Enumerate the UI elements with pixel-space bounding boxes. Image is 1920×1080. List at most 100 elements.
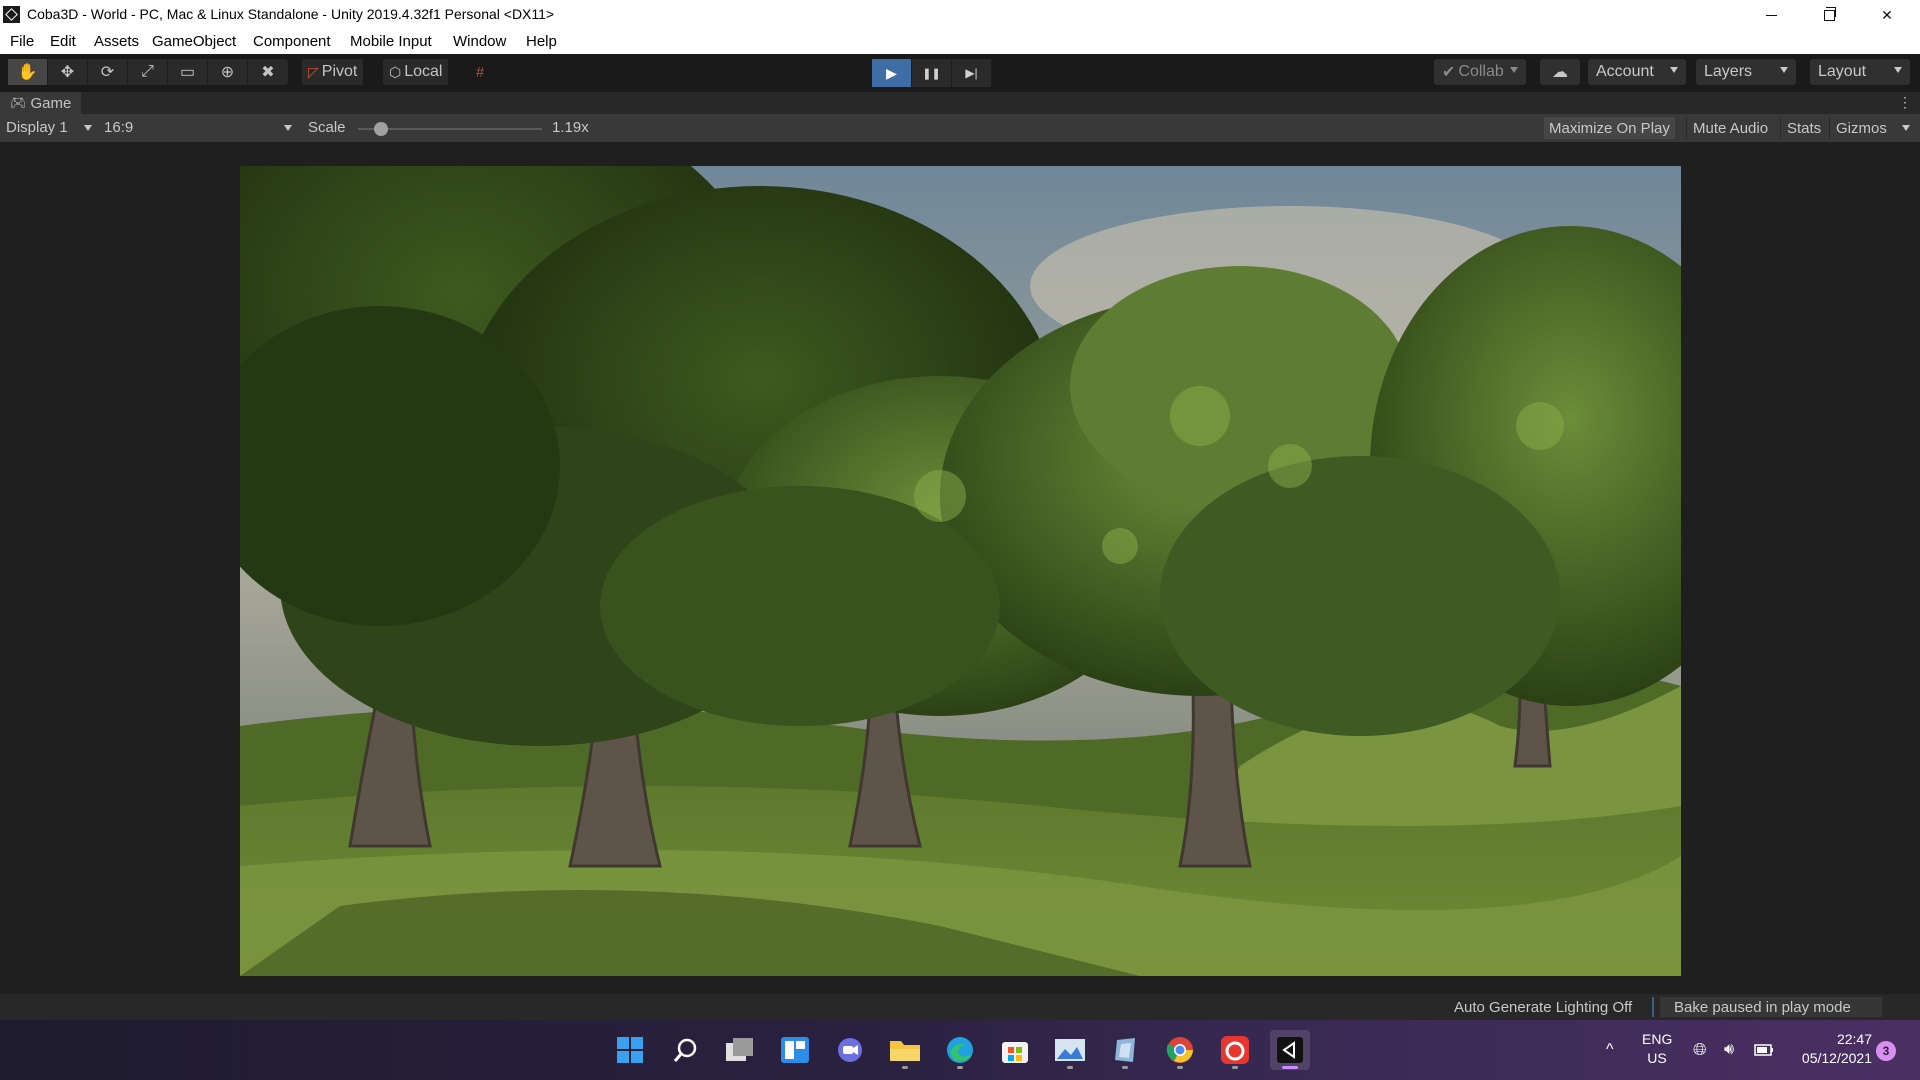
title-bar: Coba3D - World - PC, Mac & Linux Standal… <box>0 0 1920 30</box>
volume-icon[interactable]: 🔊︎ <box>1724 1020 1734 1080</box>
pause-button[interactable]: ❚❚ <box>912 59 952 87</box>
game-render[interactable] <box>240 166 1681 976</box>
scale-value: 1.19x <box>552 119 589 136</box>
status-bar: Auto Generate Lighting Off Bake paused i… <box>0 994 1920 1020</box>
search-button[interactable] <box>666 1030 706 1070</box>
tray-chevron-up-icon[interactable]: ^ <box>1606 1020 1614 1080</box>
running-indicator <box>1067 1066 1073 1069</box>
transform-tool-button[interactable]: ⊕ <box>208 59 248 85</box>
grid-snap-button[interactable]: # <box>466 59 494 85</box>
gizmos-toggle[interactable]: Gizmos <box>1831 117 1892 139</box>
search-icon <box>673 1038 697 1062</box>
chrome-icon <box>1166 1037 1193 1063</box>
task-view-button[interactable] <box>720 1030 760 1070</box>
tab-menu-button[interactable]: ⋮ <box>1898 94 1912 111</box>
app-button[interactable] <box>1105 1030 1145 1070</box>
menu-help[interactable]: Help <box>526 33 557 50</box>
file-explorer-icon <box>890 1041 920 1061</box>
grid-icon: # <box>475 63 485 81</box>
menu-mobile-input[interactable]: Mobile Input <box>350 33 432 50</box>
file-explorer-button[interactable] <box>885 1030 925 1070</box>
menu-window[interactable]: Window <box>453 33 506 50</box>
move-tool-button[interactable]: ✥ <box>48 59 88 85</box>
language-indicator[interactable]: ENG US <box>1642 1030 1672 1068</box>
account-dropdown[interactable]: Account <box>1588 59 1686 85</box>
divider <box>1686 117 1687 139</box>
pivot-icon: ◸ <box>308 63 319 80</box>
account-label: Account <box>1596 63 1654 80</box>
widgets-icon <box>781 1037 809 1063</box>
network-icon[interactable]: 🌐︎ <box>1693 1020 1707 1080</box>
chevron-down-icon <box>84 125 92 131</box>
widgets-button[interactable] <box>775 1030 815 1070</box>
cloud-button[interactable]: ☁ <box>1540 59 1580 85</box>
custom-tool-button[interactable]: ✖ <box>248 59 288 85</box>
rotate-tool-button[interactable]: ⟳ <box>88 59 128 85</box>
notification-badge[interactable]: 3 <box>1876 1041 1896 1061</box>
tab-game[interactable]: 🎮︎ Game <box>0 92 82 114</box>
minimize-icon <box>1765 14 1777 16</box>
app-red-button[interactable] <box>1215 1030 1255 1070</box>
local-toggle[interactable]: ⬡ Local <box>383 59 449 85</box>
collab-label: Collab <box>1458 63 1504 80</box>
maximize-on-play-toggle[interactable]: Maximize On Play <box>1544 117 1675 139</box>
local-label: Local <box>404 63 443 80</box>
running-indicator <box>902 1066 908 1069</box>
collab-dropdown[interactable]: ✔ Collab <box>1434 59 1526 85</box>
close-button[interactable]: ✕ <box>1858 0 1916 30</box>
collab-check-icon: ✔ <box>1442 64 1456 81</box>
edge-button[interactable] <box>940 1030 980 1070</box>
divider <box>1780 117 1781 139</box>
battery-icon[interactable] <box>1754 1020 1774 1080</box>
mute-audio-toggle[interactable]: Mute Audio <box>1688 117 1773 139</box>
unity-logo-icon <box>3 6 20 23</box>
close-icon: ✕ <box>1881 6 1893 23</box>
menu-assets[interactable]: Assets <box>94 33 139 50</box>
stats-toggle[interactable]: Stats <box>1782 117 1826 139</box>
chevron-down-icon <box>1894 67 1902 73</box>
toolbar: ✋ ✥ ⟳ ⤢ ▭ ⊕ ✖ ◸ Pivot ⬡ Local # ▶ ❚❚ ▶| … <box>0 54 1920 92</box>
layout-label: Layout <box>1818 63 1867 80</box>
cloud-icon: ☁ <box>1552 64 1568 81</box>
lighting-status[interactable]: Auto Generate Lighting Off <box>1454 999 1632 1016</box>
hand-icon: ✋ <box>17 64 38 81</box>
chat-button[interactable] <box>830 1030 870 1070</box>
photos-button[interactable] <box>1050 1030 1090 1070</box>
menu-component[interactable]: Component <box>253 33 331 50</box>
scale-slider-handle[interactable] <box>374 122 388 136</box>
display-dropdown[interactable]: Display 1 <box>6 119 68 136</box>
store-button[interactable] <box>995 1030 1035 1070</box>
layers-dropdown[interactable]: Layers <box>1696 59 1796 85</box>
windows-start-icon <box>617 1037 643 1063</box>
restore-icon <box>1823 6 1836 21</box>
system-clock[interactable]: 22:47 05/12/2021 <box>1790 1030 1872 1068</box>
chrome-button[interactable] <box>1160 1030 1200 1070</box>
game-viewport[interactable] <box>0 142 1920 994</box>
running-indicator <box>1177 1066 1183 1069</box>
menu-edit[interactable]: Edit <box>50 33 76 50</box>
window-title: Coba3D - World - PC, Mac & Linux Standal… <box>27 6 555 22</box>
aspect-dropdown[interactable]: 16:9 <box>100 116 296 138</box>
rect-tool-button[interactable]: ▭ <box>168 59 208 85</box>
move-icon: ✥ <box>60 64 75 81</box>
chevron-down-icon <box>1510 67 1518 73</box>
menu-gameobject[interactable]: GameObject <box>152 33 236 50</box>
layout-dropdown[interactable]: Layout <box>1810 59 1910 85</box>
clock-date: 05/12/2021 <box>1801 1050 1872 1066</box>
scale-icon: ⤢ <box>141 63 154 80</box>
bake-status: Bake paused in play mode <box>1660 997 1882 1017</box>
play-button[interactable]: ▶ <box>872 59 912 87</box>
start-button[interactable] <box>610 1030 650 1070</box>
hand-tool-button[interactable]: ✋ <box>8 59 48 85</box>
minimize-button[interactable] <box>1742 0 1800 30</box>
windows-taskbar: ^ ENG US 🌐︎ 🔊︎ 22:47 05/12/2021 3 <box>0 1020 1920 1080</box>
unity-button[interactable] <box>1270 1030 1310 1070</box>
scale-tool-button[interactable]: ⤢ <box>128 59 168 85</box>
menu-file[interactable]: File <box>10 33 34 50</box>
restore-button[interactable] <box>1800 0 1858 30</box>
forest-scene-image <box>240 166 1681 976</box>
step-button[interactable]: ▶| <box>952 59 992 87</box>
playback-controls: ▶ ❚❚ ▶| <box>872 59 992 87</box>
pivot-toggle[interactable]: ◸ Pivot <box>302 59 364 85</box>
app-icon <box>1115 1038 1135 1062</box>
